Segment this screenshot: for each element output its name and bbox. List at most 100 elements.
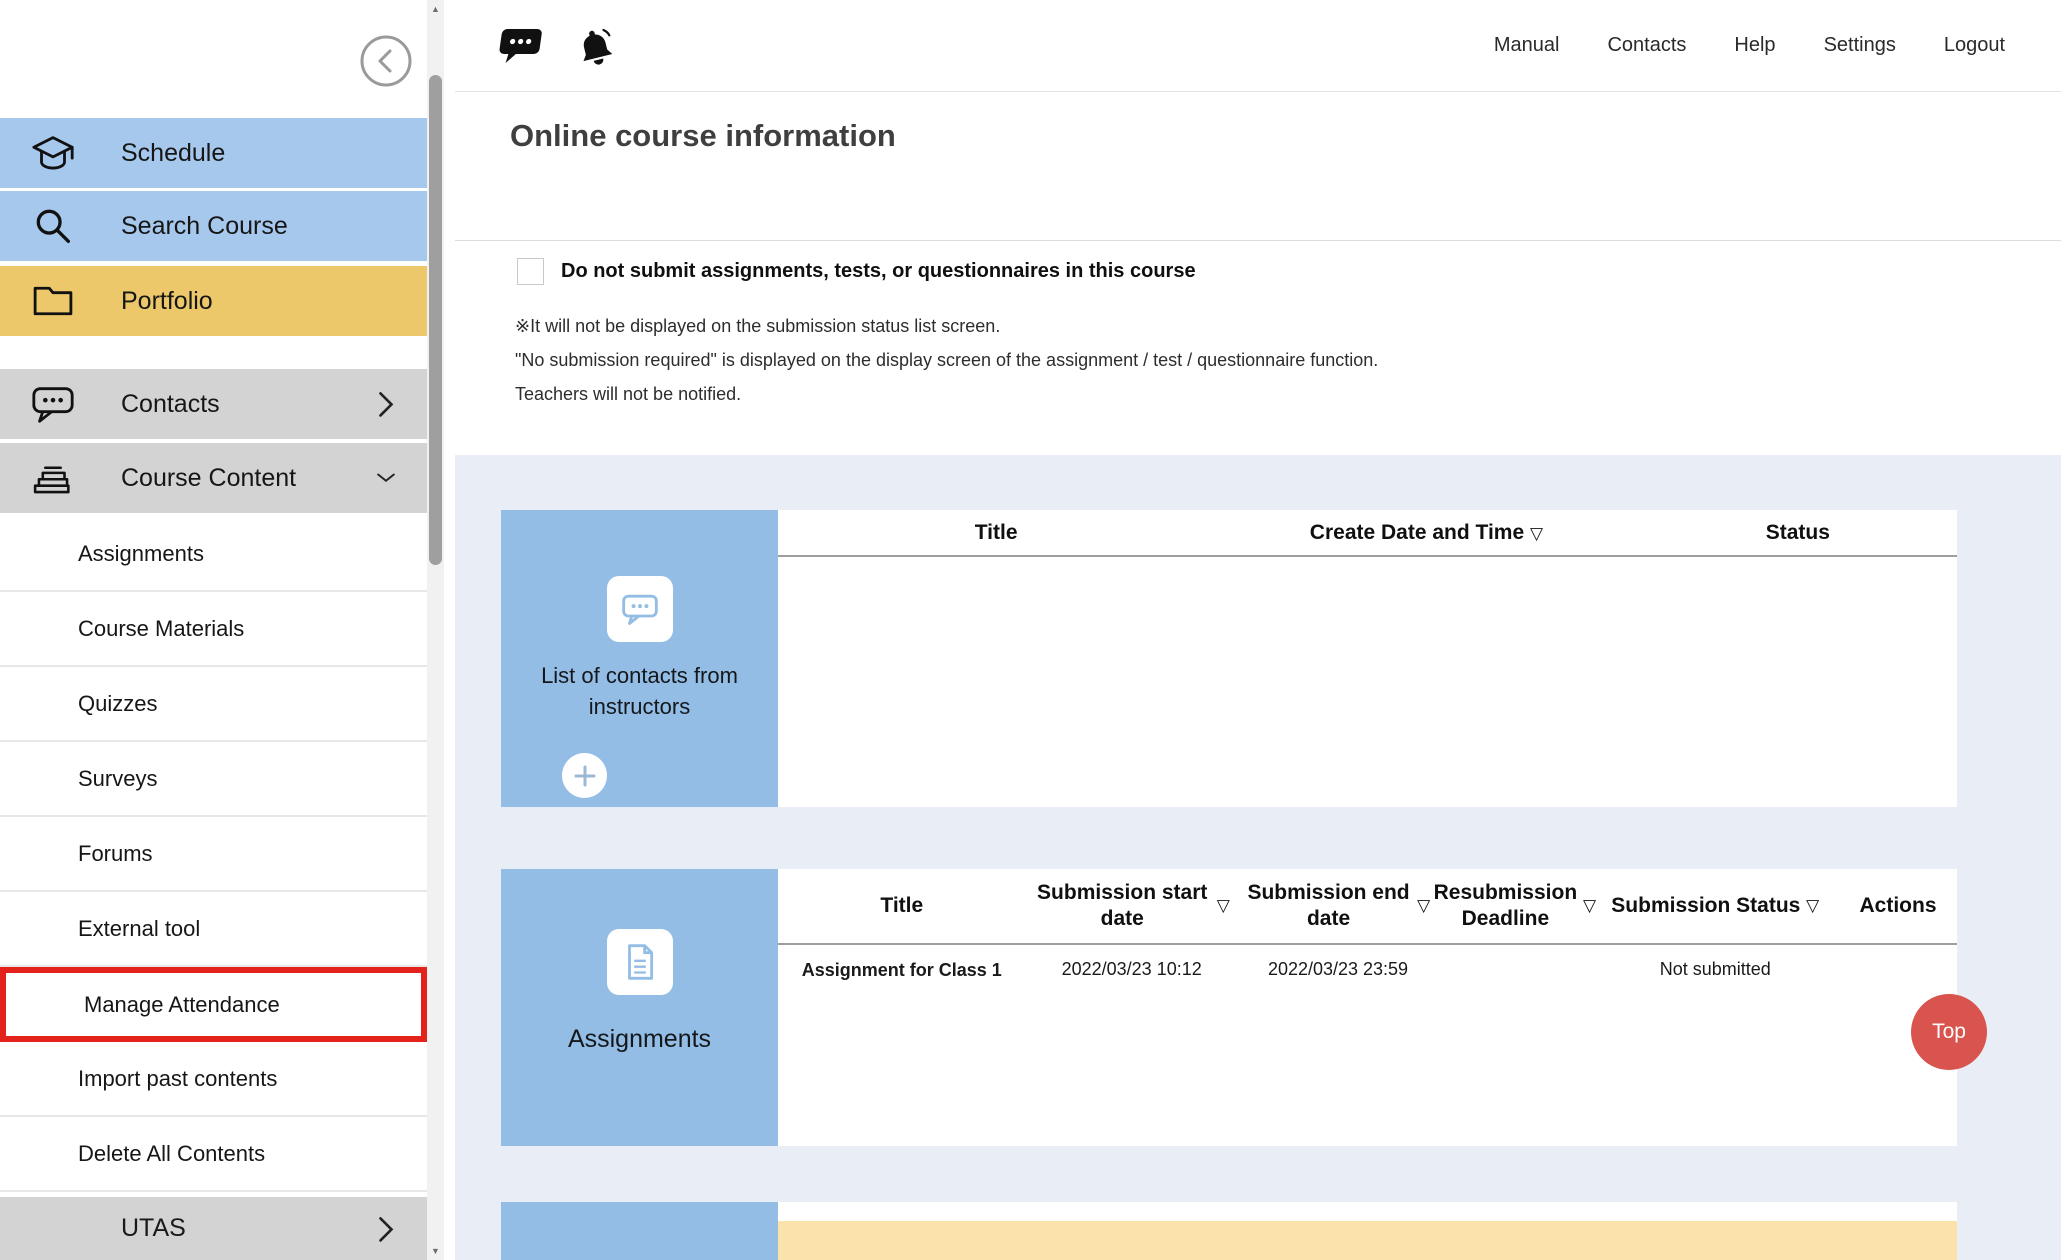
course-content-submenu: Assignments Course Materials Quizzes Sur… <box>0 517 427 1192</box>
sidebar-subitem-label: Manage Attendance <box>84 992 280 1018</box>
topbar: Manual Contacts Help Settings Logout <box>455 0 2061 92</box>
sidebar-item-quizzes[interactable]: Quizzes <box>0 667 427 742</box>
sidebar-item-utas[interactable]: UTAS <box>0 1197 427 1260</box>
column-header-title: Title <box>778 521 1214 545</box>
sidebar-item-external-tool[interactable]: External tool <box>0 892 427 967</box>
sidebar-item-assignments[interactable]: Assignments <box>0 517 427 592</box>
main-area: Manual Contacts Help Settings Logout Onl… <box>455 0 2061 1260</box>
speech-bubble-icon <box>30 381 76 427</box>
collapse-sidebar-button[interactable] <box>359 34 413 88</box>
cell-title[interactable]: Assignment for Class 1 <box>778 959 1026 981</box>
no-submit-checkbox-label: Do not submit assignments, tests, or que… <box>561 260 1196 283</box>
scrollbar-thumb[interactable] <box>429 75 442 565</box>
assignment-title[interactable]: Assignment for Class 1 <box>802 960 1002 980</box>
column-header-label: Submission start date <box>1034 880 1211 932</box>
search-icon <box>30 203 76 249</box>
notes: ※It will not be displayed on the submiss… <box>515 316 1378 418</box>
nav-contacts[interactable]: Contacts <box>1607 34 1686 57</box>
notifications-bell-icon[interactable] <box>569 21 621 70</box>
sidebar-item-manage-attendance[interactable]: Manage Attendance <box>0 967 427 1042</box>
third-card-table <box>778 1202 1957 1260</box>
sidebar-item-delete-all-contents[interactable]: Delete All Contents <box>0 1117 427 1192</box>
sidebar-item-import-past-contents[interactable]: Import past contents <box>0 1042 427 1117</box>
sidebar-item-contacts[interactable]: Contacts <box>0 369 427 439</box>
sidebar-item-label: Schedule <box>121 139 225 168</box>
sidebar-item-label: Search Course <box>121 212 288 241</box>
sort-icon[interactable]: ▽ <box>1806 893 1819 919</box>
note-line: ※It will not be displayed on the submiss… <box>515 316 1378 337</box>
column-header-label: Resubmission Deadline <box>1434 880 1578 932</box>
contacts-table-header: Title Create Date and Time ▽ Status <box>778 510 1957 557</box>
assignments-panel: Assignments <box>501 869 778 1146</box>
sidebar: Schedule Search Course Portfolio Cont <box>0 0 427 1260</box>
sidebar-item-label: UTAS <box>121 1214 186 1243</box>
note-line: "No submission required" is displayed on… <box>515 350 1378 371</box>
graduation-cap-icon <box>30 130 76 176</box>
scroll-up-icon[interactable]: ▲ <box>427 0 444 18</box>
sidebar-subitem-label: Surveys <box>78 766 157 792</box>
sidebar-scrollbar[interactable]: ▲ ▼ <box>427 0 444 1260</box>
column-header-title: Title <box>778 869 1026 943</box>
cell-submission-start: 2022/03/23 10:12 <box>1026 959 1238 981</box>
sidebar-header <box>0 0 427 118</box>
column-header-label: Submission end date <box>1246 880 1412 932</box>
third-card <box>501 1202 1957 1260</box>
chevron-right-icon <box>375 1214 397 1244</box>
sidebar-item-search-course[interactable]: Search Course <box>0 191 427 261</box>
column-header-status: Status <box>1639 521 1957 545</box>
sidebar-item-label: Contacts <box>121 390 220 419</box>
nav-logout[interactable]: Logout <box>1944 34 2005 57</box>
column-header-create-date: Create Date and Time ▽ <box>1214 521 1638 545</box>
no-submit-checkbox[interactable] <box>517 258 544 285</box>
cell-resubmission-deadline <box>1438 959 1591 981</box>
contacts-table: Title Create Date and Time ▽ Status <box>778 510 1957 807</box>
nav-manual[interactable]: Manual <box>1494 34 1560 57</box>
sidebar-item-schedule[interactable]: Schedule <box>0 118 427 188</box>
sidebar-subitem-label: External tool <box>78 916 200 942</box>
books-icon <box>30 455 76 501</box>
add-contact-button[interactable] <box>562 753 607 798</box>
sidebar-subitem-label: Course Materials <box>78 616 244 642</box>
assignments-panel-label: Assignments <box>501 1025 778 1054</box>
contacts-card: List of contacts from instructors Title … <box>501 510 1957 807</box>
sidebar-item-portfolio[interactable]: Portfolio <box>0 266 427 336</box>
contacts-panel: List of contacts from instructors <box>501 510 778 807</box>
messages-icon[interactable] <box>497 26 541 66</box>
sidebar-subitem-label: Delete All Contents <box>78 1141 265 1167</box>
course-info-section: Online course information Do not submit … <box>455 92 2061 455</box>
sidebar-item-forums[interactable]: Forums <box>0 817 427 892</box>
page-title: Online course information <box>510 118 896 154</box>
sidebar-item-label: Portfolio <box>121 287 213 316</box>
sort-icon[interactable]: ▽ <box>1217 893 1230 919</box>
contacts-panel-label: List of contacts from instructors <box>501 660 778 722</box>
sidebar-subitem-label: Quizzes <box>78 691 157 717</box>
folder-icon <box>30 278 76 324</box>
nav-settings[interactable]: Settings <box>1824 34 1896 57</box>
sort-icon[interactable]: ▽ <box>1530 524 1543 543</box>
sidebar-subitem-label: Import past contents <box>78 1066 277 1092</box>
assignments-card: Assignments Title Submission start date … <box>501 869 1957 1146</box>
document-icon <box>607 929 673 995</box>
sidebar-item-course-materials[interactable]: Course Materials <box>0 592 427 667</box>
column-header-submission-start: Submission start date ▽ <box>1026 869 1238 943</box>
nav-help[interactable]: Help <box>1734 34 1775 57</box>
back-arrow-icon <box>359 34 413 88</box>
scroll-down-icon[interactable]: ▼ <box>427 1242 444 1260</box>
column-header-label: Submission Status <box>1611 893 1800 919</box>
scroll-to-top-button[interactable]: Top <box>1911 994 1987 1070</box>
column-header-resubmission-deadline: Resubmission Deadline ▽ <box>1438 869 1591 943</box>
sidebar-item-surveys[interactable]: Surveys <box>0 742 427 817</box>
sort-icon[interactable]: ▽ <box>1417 893 1430 919</box>
chevron-right-icon <box>375 389 397 419</box>
assignments-table: Title Submission start date ▽ Submission… <box>778 869 1957 1146</box>
top-navigation: Manual Contacts Help Settings Logout <box>1494 34 2005 57</box>
plus-icon <box>572 763 598 789</box>
assignments-table-header: Title Submission start date ▽ Submission… <box>778 869 1957 945</box>
column-header-submission-status: Submission Status ▽ <box>1591 869 1839 943</box>
divider <box>455 240 2061 241</box>
column-header-submission-end: Submission end date ▽ <box>1238 869 1438 943</box>
third-card-panel <box>501 1202 778 1260</box>
column-header-label: Create Date and Time <box>1310 521 1524 544</box>
contacts-bubble-icon <box>607 576 673 642</box>
sidebar-item-course-content[interactable]: Course Content <box>0 443 427 513</box>
